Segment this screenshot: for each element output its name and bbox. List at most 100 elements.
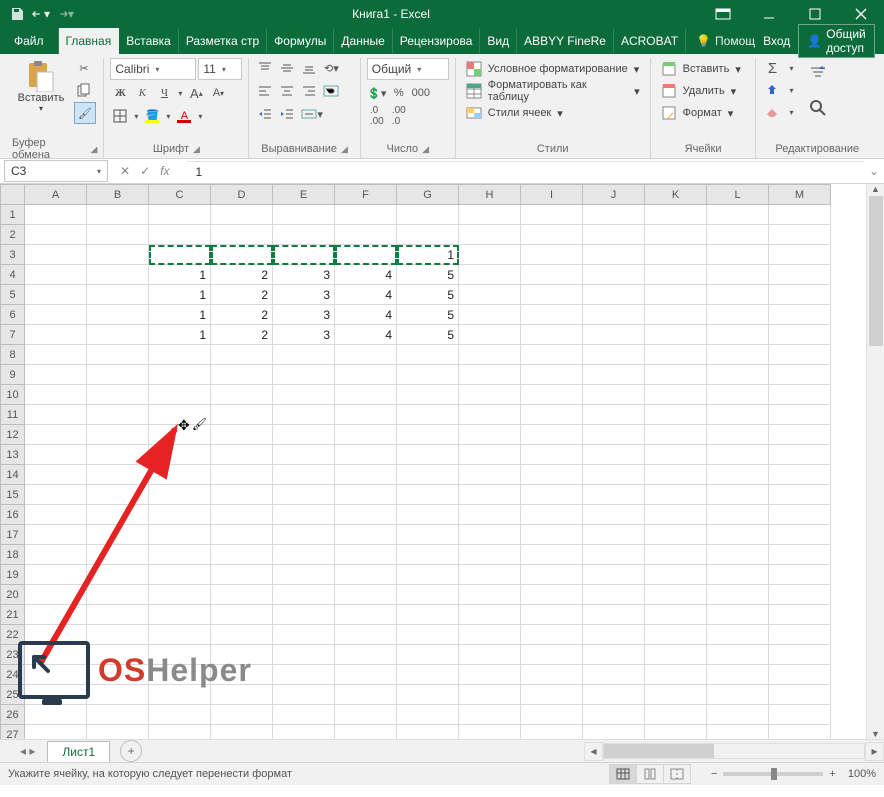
- cell[interactable]: [25, 445, 87, 465]
- cell[interactable]: [769, 265, 831, 285]
- cell[interactable]: [211, 465, 273, 485]
- cell[interactable]: [521, 405, 583, 425]
- cell[interactable]: [149, 465, 211, 485]
- save-icon[interactable]: [8, 5, 26, 23]
- cell[interactable]: [707, 505, 769, 525]
- cell[interactable]: [459, 565, 521, 585]
- column-header[interactable]: G: [397, 185, 459, 205]
- cell[interactable]: [87, 425, 149, 445]
- cell[interactable]: [397, 225, 459, 245]
- sort-filter-icon[interactable]: [804, 58, 832, 90]
- cell[interactable]: [645, 445, 707, 465]
- cell[interactable]: [87, 445, 149, 465]
- cell[interactable]: [459, 385, 521, 405]
- cell[interactable]: [521, 445, 583, 465]
- cell[interactable]: [583, 345, 645, 365]
- cell[interactable]: [583, 665, 645, 685]
- merge-center-icon[interactable]: ▾: [299, 104, 325, 124]
- cell[interactable]: [459, 645, 521, 665]
- row-header[interactable]: 17: [1, 525, 25, 545]
- cell[interactable]: [707, 265, 769, 285]
- cell[interactable]: [335, 645, 397, 665]
- cell[interactable]: [707, 445, 769, 465]
- cell[interactable]: [25, 705, 87, 725]
- cell[interactable]: [211, 385, 273, 405]
- cell[interactable]: [335, 425, 397, 445]
- cell[interactable]: 1: [149, 265, 211, 285]
- cell[interactable]: [645, 605, 707, 625]
- increase-font-icon[interactable]: A▴: [186, 83, 206, 103]
- cell[interactable]: [645, 405, 707, 425]
- font-color-chevron-icon[interactable]: ▾: [196, 106, 204, 126]
- cell[interactable]: [397, 345, 459, 365]
- cell[interactable]: [25, 485, 87, 505]
- cell[interactable]: [769, 245, 831, 265]
- expand-formula-bar-icon[interactable]: ⌄: [864, 164, 884, 178]
- bold-button[interactable]: Ж: [110, 83, 130, 103]
- cell[interactable]: [583, 625, 645, 645]
- cell[interactable]: [707, 545, 769, 565]
- cell[interactable]: [583, 705, 645, 725]
- cell[interactable]: [273, 345, 335, 365]
- cell[interactable]: [707, 245, 769, 265]
- cell[interactable]: [25, 265, 87, 285]
- cell[interactable]: [645, 705, 707, 725]
- cell[interactable]: [273, 385, 335, 405]
- cell[interactable]: [645, 485, 707, 505]
- cell[interactable]: [87, 705, 149, 725]
- row-header[interactable]: 14: [1, 465, 25, 485]
- cell[interactable]: [87, 265, 149, 285]
- row-header[interactable]: 21: [1, 605, 25, 625]
- cell[interactable]: [769, 645, 831, 665]
- sheet-nav[interactable]: ◂ ▸: [20, 744, 43, 758]
- cell[interactable]: [459, 305, 521, 325]
- cell[interactable]: [273, 465, 335, 485]
- cell[interactable]: [87, 245, 149, 265]
- cell[interactable]: [149, 585, 211, 605]
- dialog-launcher-icon[interactable]: ◢: [193, 144, 200, 155]
- cell[interactable]: [397, 365, 459, 385]
- cell[interactable]: 1: [149, 305, 211, 325]
- cell[interactable]: [335, 485, 397, 505]
- name-box[interactable]: C3▾: [4, 160, 108, 182]
- cell[interactable]: [273, 525, 335, 545]
- cell[interactable]: 1: [397, 245, 459, 265]
- row-header[interactable]: 15: [1, 485, 25, 505]
- cell[interactable]: 5: [397, 265, 459, 285]
- cell[interactable]: [273, 245, 335, 265]
- cell[interactable]: [25, 725, 87, 740]
- cell[interactable]: [583, 265, 645, 285]
- cell[interactable]: 2: [211, 285, 273, 305]
- cell[interactable]: [459, 205, 521, 225]
- cell[interactable]: [397, 665, 459, 685]
- row-header[interactable]: 2: [1, 225, 25, 245]
- clear-chevron-icon[interactable]: ▾: [786, 102, 796, 122]
- increase-decimal-icon[interactable]: .0.00: [367, 106, 387, 126]
- cell[interactable]: [645, 225, 707, 245]
- cell[interactable]: [335, 225, 397, 245]
- cell[interactable]: [645, 245, 707, 265]
- cell[interactable]: [583, 385, 645, 405]
- column-header[interactable]: L: [707, 185, 769, 205]
- cell[interactable]: [459, 585, 521, 605]
- cell[interactable]: [459, 265, 521, 285]
- zoom-slider[interactable]: [723, 772, 823, 776]
- cell[interactable]: [87, 505, 149, 525]
- cell[interactable]: [335, 565, 397, 585]
- cell[interactable]: [769, 705, 831, 725]
- cell[interactable]: [769, 405, 831, 425]
- cell[interactable]: [707, 285, 769, 305]
- cell[interactable]: [583, 305, 645, 325]
- font-name-combo[interactable]: Calibri▾: [110, 58, 196, 80]
- cell[interactable]: [149, 485, 211, 505]
- column-header[interactable]: F: [335, 185, 397, 205]
- column-header[interactable]: J: [583, 185, 645, 205]
- cell[interactable]: [273, 625, 335, 645]
- cell[interactable]: [25, 345, 87, 365]
- italic-button[interactable]: К: [132, 83, 152, 103]
- cell[interactable]: [335, 505, 397, 525]
- cell[interactable]: [707, 305, 769, 325]
- cell[interactable]: [707, 365, 769, 385]
- align-right-icon[interactable]: [299, 81, 319, 101]
- cell[interactable]: [521, 325, 583, 345]
